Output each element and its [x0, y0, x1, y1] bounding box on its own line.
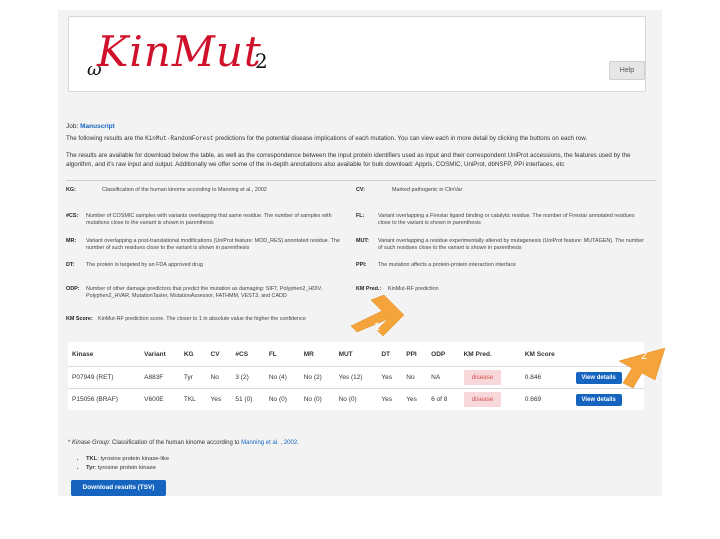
annotation-arrow-2: 2: [618, 347, 666, 389]
arrow-2-label: 2: [641, 350, 647, 362]
annotation-arrow-1: 1: [350, 294, 405, 337]
arrow-1-label: 1: [374, 321, 380, 333]
annotation-overlay: 1 2: [350, 294, 666, 389]
